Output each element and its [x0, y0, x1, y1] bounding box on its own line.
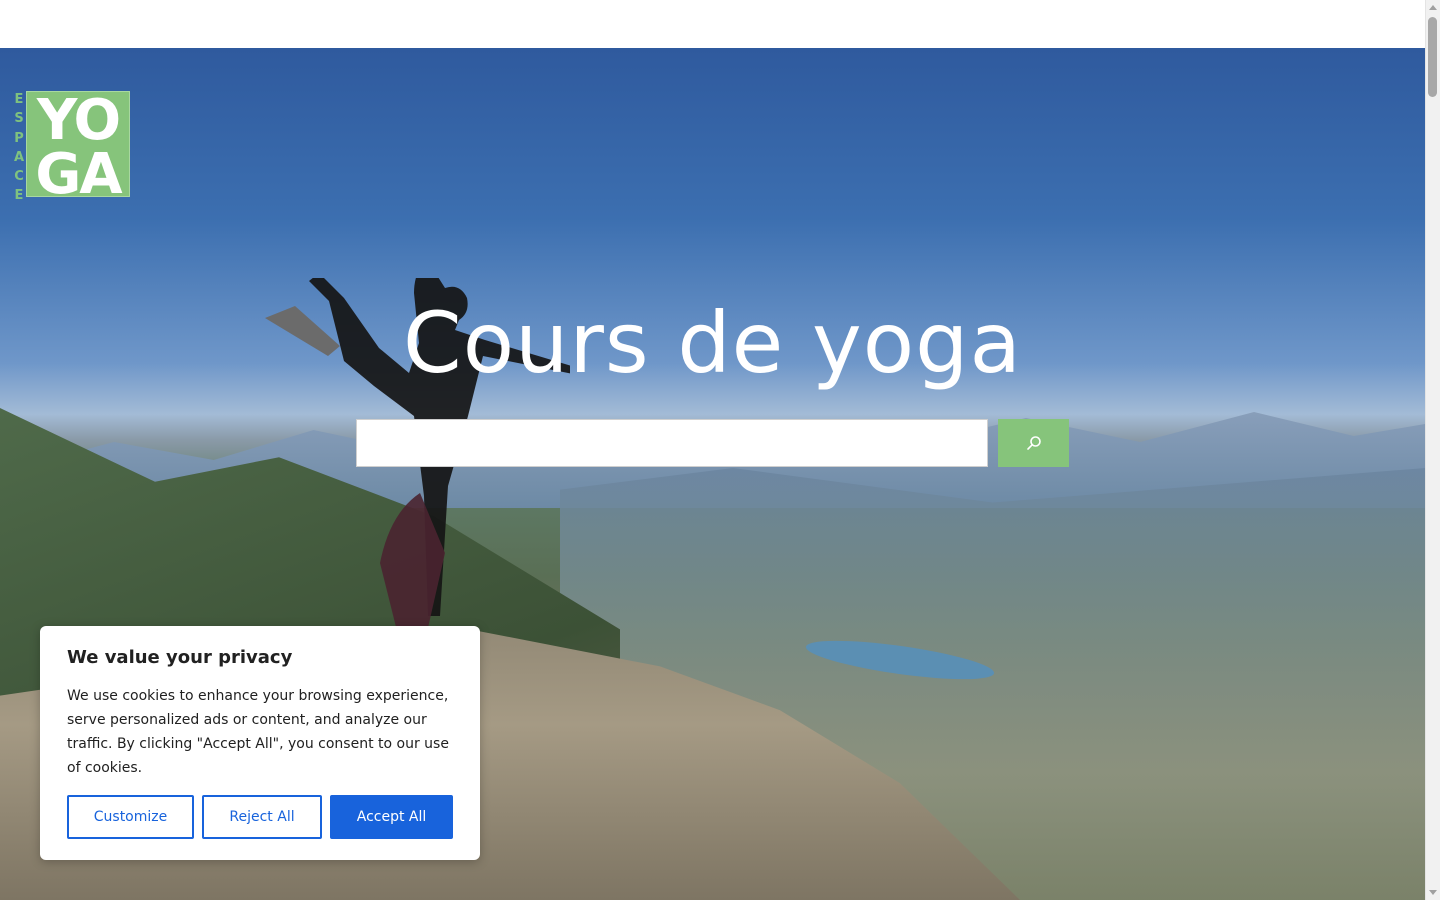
cookie-banner-actions: Customize Reject All Accept All — [67, 795, 453, 839]
page-scrollbar[interactable] — [1425, 0, 1440, 900]
logo-line-2: GA — [35, 142, 122, 207]
search-input[interactable] — [356, 419, 988, 467]
accept-all-button[interactable]: Accept All — [330, 795, 453, 839]
cookie-banner-title: We value your privacy — [67, 647, 293, 668]
logo-side-text: E S P A C E — [13, 92, 25, 204]
search-icon — [1026, 436, 1041, 450]
hero-title: Cours de yoga — [403, 294, 1022, 393]
site-logo[interactable]: E S P A C E YO GA — [10, 88, 132, 203]
logo-mark: YO GA — [26, 88, 130, 203]
scroll-down-icon[interactable] — [1429, 890, 1437, 895]
customize-button[interactable]: Customize — [67, 795, 194, 839]
logo-line-1: YO — [36, 88, 121, 153]
cookie-banner-text: We use cookies to enhance your browsing … — [67, 688, 449, 776]
scroll-up-icon[interactable] — [1429, 5, 1437, 10]
site-header — [0, 0, 1425, 48]
search-button[interactable] — [998, 419, 1069, 467]
reject-all-button[interactable]: Reject All — [202, 795, 322, 839]
cookie-consent-banner: We value your privacy We use cookies to … — [40, 626, 480, 860]
scrollbar-thumb[interactable] — [1428, 17, 1437, 97]
